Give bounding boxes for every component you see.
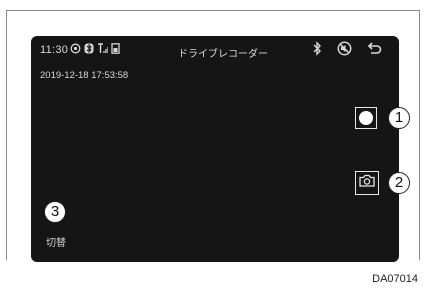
figure-code: DA07014 bbox=[372, 273, 418, 285]
bluetooth-icon bbox=[312, 41, 322, 61]
no-sound-icon[interactable] bbox=[337, 41, 352, 61]
callout-3: 3 bbox=[44, 201, 66, 223]
recording-timestamp: 2019-12-18 17:53:58 bbox=[40, 70, 129, 81]
signal-icon bbox=[70, 43, 81, 54]
status-icons bbox=[70, 43, 120, 54]
page-title: ドライブレコーダー bbox=[178, 49, 268, 60]
phone-icon bbox=[111, 43, 120, 54]
callout-2: 2 bbox=[388, 172, 410, 194]
status-time: 11:30 bbox=[40, 44, 69, 56]
record-button[interactable] bbox=[355, 107, 377, 129]
callout-1: 1 bbox=[388, 107, 410, 129]
photo-button[interactable] bbox=[355, 171, 379, 195]
camera-icon bbox=[359, 174, 375, 192]
back-icon[interactable] bbox=[367, 41, 383, 60]
bluetooth-status-icon bbox=[84, 43, 94, 54]
switch-button[interactable]: 切替 bbox=[46, 234, 66, 249]
record-icon bbox=[359, 111, 373, 125]
antenna-icon bbox=[97, 43, 108, 54]
